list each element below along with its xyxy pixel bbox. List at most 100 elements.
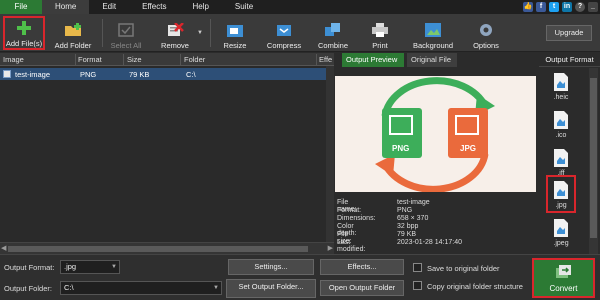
options-button[interactable]: Options <box>468 16 504 50</box>
format-item-ico[interactable]: .ico <box>550 111 572 147</box>
menu-tab-file[interactable]: File <box>0 0 42 14</box>
column-header-size[interactable]: Size <box>127 55 142 64</box>
output-format-scrollbar[interactable] <box>589 68 598 254</box>
output-format-title: Output Format <box>539 53 600 67</box>
open-output-folder-button[interactable]: Open Output Folder <box>320 280 404 296</box>
add-folder-label: Add Folder <box>54 41 92 50</box>
tab-original-file[interactable]: Original File <box>407 53 457 67</box>
background-label: Background <box>412 41 454 50</box>
preview-image: PNG JPG <box>335 76 536 193</box>
convert-icon <box>555 265 571 278</box>
column-header-image[interactable]: Image <box>3 55 24 64</box>
meta-value: 32 bpp <box>397 223 419 230</box>
remove-button[interactable]: Remove <box>155 16 195 50</box>
background-icon <box>424 22 442 38</box>
menu-tab-home[interactable]: Home <box>42 0 90 14</box>
meta-key: Last modified: <box>337 239 366 253</box>
set-output-folder-button[interactable]: Set Output Folder... <box>226 279 316 298</box>
help-icon[interactable]: ? <box>575 2 585 12</box>
scrollbar-thumb[interactable] <box>590 78 597 238</box>
thumbs-up-icon[interactable]: 👍 <box>523 2 533 12</box>
menu-tab-effects[interactable]: Effects <box>129 0 179 14</box>
resize-button[interactable]: Resize <box>215 16 255 50</box>
tab-output-preview[interactable]: Output Preview <box>342 53 404 67</box>
format-label: .ico <box>555 132 567 139</box>
twitter-icon[interactable]: t <box>549 2 559 12</box>
compress-button[interactable]: Compress <box>262 16 306 50</box>
settings-button[interactable]: Settings... <box>228 259 314 275</box>
resize-icon <box>226 22 244 38</box>
menu-tab-suite[interactable]: Suite <box>222 0 266 14</box>
compress-label: Compress <box>266 41 302 50</box>
column-header-folder[interactable]: Folder <box>184 55 205 64</box>
column-divider <box>316 54 317 65</box>
meta-value: test-image <box>397 199 430 206</box>
scrollbar-thumb[interactable] <box>8 246 308 252</box>
cell-folder: C:\ <box>186 70 196 79</box>
options-label: Options <box>473 41 499 50</box>
png-badge: PNG <box>392 144 410 153</box>
output-folder-label: Output Folder: <box>4 284 52 293</box>
file-list-horizontal-scrollbar[interactable]: ◀ ▶ <box>0 242 334 254</box>
format-item-jpg[interactable]: .jpg <box>546 175 576 213</box>
remove-icon <box>166 22 184 38</box>
save-to-original-label: Save to original folder <box>427 264 500 273</box>
output-folder-select[interactable]: C:\ ▼ <box>60 281 222 295</box>
facebook-icon[interactable]: f <box>536 2 546 12</box>
file-icon <box>554 181 568 199</box>
scroll-right-icon[interactable]: ▶ <box>328 244 333 252</box>
menu-tab-help[interactable]: Help <box>179 0 221 14</box>
add-folder-button[interactable]: Add Folder <box>52 16 94 50</box>
scroll-left-icon[interactable]: ◀ <box>1 244 6 252</box>
menu-tab-edit[interactable]: Edit <box>89 0 129 14</box>
meta-key: Format: <box>337 207 362 214</box>
combine-button[interactable]: Combine <box>313 16 353 50</box>
format-label: .jpg <box>555 202 567 209</box>
file-icon <box>554 111 568 129</box>
column-header-effects[interactable]: Effe <box>319 55 332 64</box>
chevron-down-icon: ▼ <box>111 264 117 270</box>
column-header-format[interactable]: Format <box>78 55 102 64</box>
chevron-down-icon: ▼ <box>213 285 219 291</box>
cell-image: test-image <box>15 70 51 79</box>
copy-folder-structure-checkbox[interactable] <box>413 281 422 290</box>
meta-value: 658 × 370 <box>397 215 429 222</box>
output-settings-bar: Output Format: .jpg ▼ Output Folder: C:\… <box>0 254 600 300</box>
output-format-select[interactable]: .jpg ▼ <box>60 260 120 274</box>
linkedin-icon[interactable]: in <box>562 2 572 12</box>
minimize-icon[interactable]: _ <box>588 2 598 12</box>
remove-dropdown-arrow[interactable]: ▼ <box>196 16 204 50</box>
column-divider <box>75 54 76 65</box>
column-divider <box>123 54 124 65</box>
meta-value: 2023-01-28 14:17:40 <box>397 239 462 246</box>
convert-label: Convert <box>549 284 578 293</box>
select-all-icon <box>117 22 135 38</box>
print-label: Print <box>372 41 388 50</box>
table-row[interactable]: test-image PNG 79 KB C:\ <box>0 68 334 80</box>
format-item-jpeg[interactable]: .jpeg <box>550 219 572 255</box>
file-icon <box>554 73 568 91</box>
select-all-button[interactable]: Select All <box>106 16 146 50</box>
add-files-label: Add File(s) <box>5 39 43 48</box>
add-files-button[interactable]: Add File(s) <box>3 16 45 50</box>
toolbar-separator <box>102 19 103 47</box>
convert-button[interactable]: Convert <box>532 258 595 298</box>
image-file-icon <box>3 70 11 78</box>
save-to-original-checkbox[interactable] <box>413 263 422 272</box>
upgrade-button[interactable]: Upgrade <box>546 25 592 41</box>
output-folder-value: C:\ <box>64 283 74 292</box>
output-format-panel: Output Format .heic .ico .iff .jpg .jpeg <box>539 53 600 254</box>
select-all-label: Select All <box>110 41 142 50</box>
file-list-vertical-scrollbar[interactable] <box>326 66 334 242</box>
format-item-heic[interactable]: .heic <box>550 73 572 109</box>
resize-label: Resize <box>223 41 247 50</box>
effects-button[interactable]: Effects... <box>320 259 404 275</box>
print-button[interactable]: Print <box>362 16 398 50</box>
meta-value: 79 KB <box>397 231 417 238</box>
background-button[interactable]: Background <box>410 16 456 50</box>
file-icon <box>554 219 568 237</box>
column-divider <box>180 54 181 65</box>
cell-size: 79 KB <box>129 70 150 79</box>
menu-bar: File Home Edit Effects Help Suite <box>0 0 600 14</box>
cell-format: PNG <box>80 70 97 79</box>
